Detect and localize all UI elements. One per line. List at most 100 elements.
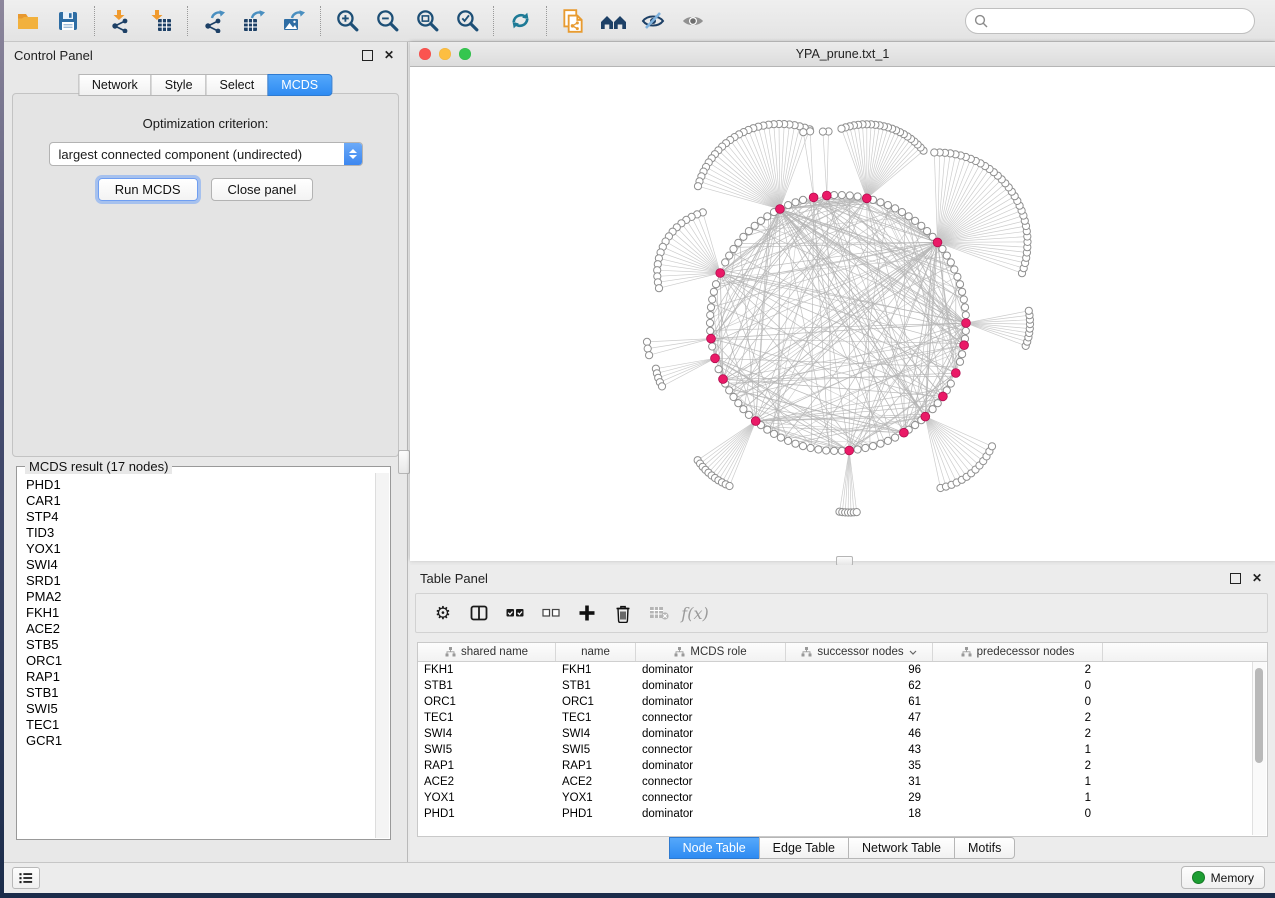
result-scrollbar[interactable] [375, 473, 389, 838]
search-input[interactable] [994, 13, 1246, 30]
float-table-panel-button[interactable] [1227, 570, 1243, 586]
network-graph[interactable] [410, 67, 1275, 561]
cell-successor-nodes: 96 [786, 664, 933, 676]
toolbar-separator [493, 6, 494, 36]
delete-columns-button[interactable] [610, 600, 636, 626]
criterion-selected-value: largest connected component (undirected) [50, 147, 303, 162]
mcds-result-item[interactable]: CAR1 [26, 493, 376, 509]
mcds-result-item[interactable]: YOX1 [26, 541, 376, 557]
export-image-icon [281, 9, 307, 33]
import-table-button[interactable] [141, 4, 181, 38]
cell-predecessor-nodes: 2 [933, 728, 1103, 740]
table-column-header[interactable]: predecessor nodes [933, 643, 1103, 661]
table-tab[interactable]: Edge Table [759, 837, 849, 859]
cell-shared-name: RAP1 [418, 760, 556, 772]
mcds-result-item[interactable]: GCR1 [26, 733, 376, 749]
table-row[interactable]: STB1 STB1 dominator 62 0 [418, 678, 1267, 694]
table-row[interactable]: RAP1 RAP1 dominator 35 2 [418, 758, 1267, 774]
table-column-header[interactable]: shared name [418, 643, 556, 661]
table-scrollbar-thumb[interactable] [1255, 668, 1263, 763]
column-label: shared name [461, 646, 528, 658]
status-bar: Memory [4, 862, 1275, 893]
table-panel-title: Table Panel [420, 571, 488, 586]
table-row[interactable]: SWI4 SWI4 dominator 46 2 [418, 726, 1267, 742]
mcds-result-item[interactable]: STB5 [26, 637, 376, 653]
function-builder-button[interactable]: f(x) [682, 600, 708, 626]
open-folder-icon [15, 9, 41, 33]
table-row[interactable]: ORC1 ORC1 dominator 61 0 [418, 694, 1267, 710]
mcds-result-item[interactable]: PHD1 [26, 477, 376, 493]
panel-menu-button[interactable] [12, 867, 40, 889]
toolbar-separator [94, 6, 95, 36]
zoom-in-button[interactable] [327, 4, 367, 38]
create-column-button[interactable] [574, 600, 600, 626]
mcds-result-item[interactable]: SWI5 [26, 701, 376, 717]
toolbar-separator [187, 6, 188, 36]
mcds-result-item[interactable]: FKH1 [26, 605, 376, 621]
mcds-result-item[interactable]: TEC1 [26, 717, 376, 733]
mcds-result-item[interactable]: RAP1 [26, 669, 376, 685]
show-all-button[interactable] [673, 4, 713, 38]
cell-successor-nodes: 46 [786, 728, 933, 740]
duplicate-network-button[interactable] [553, 4, 593, 38]
table-panel: Table Panel ✕ ⚙ f(x) [410, 565, 1275, 860]
table-row[interactable]: YOX1 YOX1 connector 29 1 [418, 790, 1267, 806]
table-row[interactable]: FKH1 FKH1 dominator 96 2 [418, 662, 1267, 678]
table-column-header[interactable]: MCDS role [636, 643, 786, 661]
close-panel-button-mcds[interactable]: Close panel [211, 178, 314, 201]
memory-button[interactable]: Memory [1181, 866, 1265, 889]
save-session-button[interactable] [48, 4, 88, 38]
control-panel-tab[interactable]: Network [78, 74, 152, 96]
toggle-column-view-button[interactable] [466, 600, 492, 626]
float-panel-button[interactable] [359, 47, 375, 63]
import-network-button[interactable] [101, 4, 141, 38]
control-panel-tab[interactable]: Style [151, 74, 207, 96]
mcds-result-item[interactable]: TID3 [26, 525, 376, 541]
table-column-header[interactable]: successor nodes [786, 643, 933, 661]
table-column-header[interactable]: name [556, 643, 636, 661]
column-settings-button[interactable]: ⚙ [430, 600, 456, 626]
export-image-button[interactable] [274, 4, 314, 38]
close-table-panel-button[interactable]: ✕ [1249, 570, 1265, 586]
table-tab[interactable]: Motifs [954, 837, 1015, 859]
table-row[interactable]: PHD1 PHD1 dominator 18 0 [418, 806, 1267, 822]
table-tab[interactable]: Network Table [848, 837, 955, 859]
table-row[interactable]: TEC1 TEC1 connector 47 2 [418, 710, 1267, 726]
zoom-fit-button[interactable] [407, 4, 447, 38]
mcds-result-item[interactable]: PMA2 [26, 589, 376, 605]
zoom-selected-button[interactable] [447, 4, 487, 38]
hide-selected-button[interactable] [633, 4, 673, 38]
close-panel-button[interactable]: ✕ [381, 47, 397, 63]
vertical-split-grip[interactable] [398, 450, 410, 474]
control-panel-tab[interactable]: MCDS [267, 74, 332, 96]
mcds-result-item[interactable]: SWI4 [26, 557, 376, 573]
table-row[interactable]: SWI5 SWI5 connector 43 1 [418, 742, 1267, 758]
export-network-button[interactable] [194, 4, 234, 38]
cell-name: ACE2 [556, 776, 636, 788]
mcds-result-item[interactable]: SRD1 [26, 573, 376, 589]
open-file-button[interactable] [8, 4, 48, 38]
table-row[interactable]: ACE2 ACE2 connector 31 1 [418, 774, 1267, 790]
cell-successor-nodes: 62 [786, 680, 933, 692]
control-panel-tab[interactable]: Select [206, 74, 269, 96]
mcds-result-item[interactable]: STP4 [26, 509, 376, 525]
network-canvas[interactable] [410, 67, 1275, 561]
mcds-result-item[interactable]: ACE2 [26, 621, 376, 637]
cell-predecessor-nodes: 0 [933, 808, 1103, 820]
criterion-select[interactable]: largest connected component (undirected) [49, 142, 363, 166]
export-table-button[interactable] [234, 4, 274, 38]
table-tab[interactable]: Node Table [669, 837, 760, 859]
select-all-columns-button[interactable] [502, 600, 528, 626]
mcds-result-item[interactable]: STB1 [26, 685, 376, 701]
deselect-all-columns-button[interactable] [538, 600, 564, 626]
cell-shared-name: STB1 [418, 680, 556, 692]
run-mcds-button[interactable]: Run MCDS [98, 178, 198, 201]
refresh-view-button[interactable] [500, 4, 540, 38]
table-scrollbar[interactable] [1252, 662, 1266, 835]
toolbar-separator [320, 6, 321, 36]
first-neighbors-button[interactable] [593, 4, 633, 38]
mcds-result-item[interactable]: ORC1 [26, 653, 376, 669]
delete-table-button[interactable] [646, 600, 672, 626]
zoom-out-button[interactable] [367, 4, 407, 38]
zoom-out-icon [375, 8, 400, 33]
